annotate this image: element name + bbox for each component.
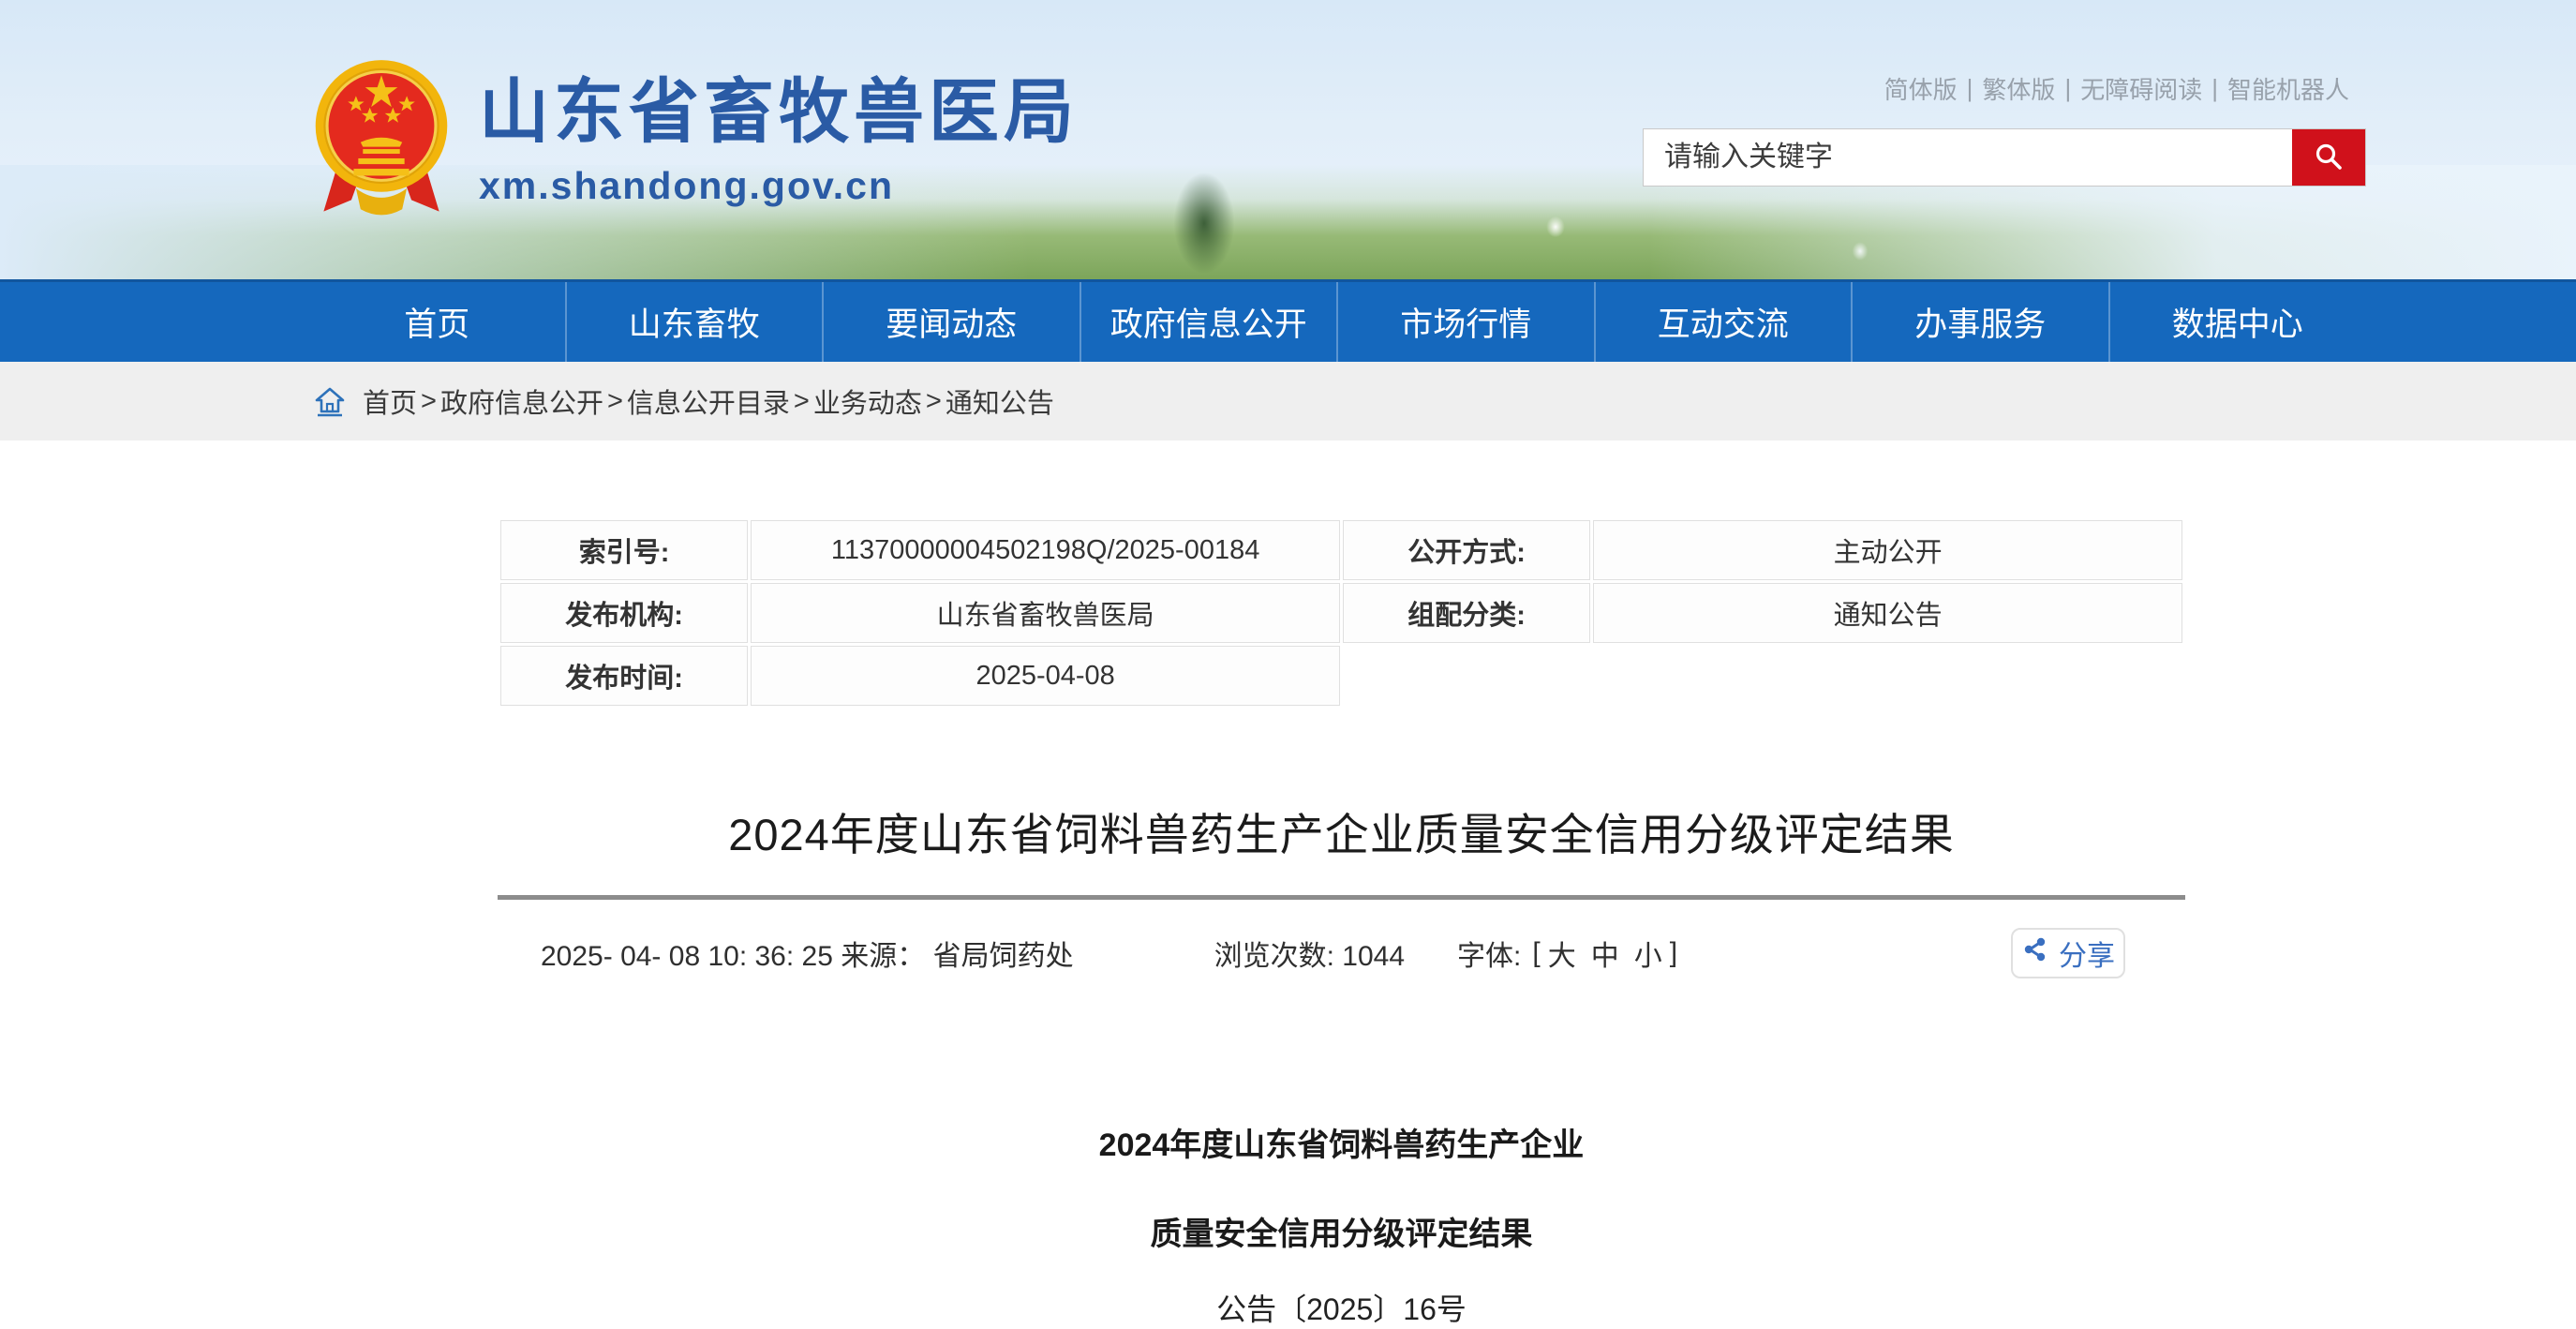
announcement-number: 公告〔2025〕16号 [498,1286,2185,1329]
site-logo[interactable]: 山东省畜牧兽医局 xm.shandong.gov.cn [312,54,1079,228]
source-value: 省局饲药处 [933,941,1074,972]
font-size-medium[interactable]: 中 [1591,933,1619,974]
breadcrumb-separator: > [607,386,623,417]
utility-links: 简体版 | 繁体版 | 无障碍阅读 | 智能机器人 [1884,71,2349,106]
nav-item-government-info[interactable]: 政府信息公开 [1080,282,1337,362]
meta-label-issuing-agency: 发布机构: [500,583,748,643]
meta-value-category: 通知公告 [1593,583,2182,643]
breadcrumb-home[interactable]: 首页 [363,381,417,421]
site-header: 山东省畜牧兽医局 xm.shandong.gov.cn 简体版 | 繁体版 | … [0,0,2576,279]
link-separator: | [1967,74,1973,103]
page-title: 2024年度山东省饲料兽药生产企业质量安全信用分级评定结果 [498,799,2185,863]
views-value: 1044 [1342,941,1405,972]
nav-inner: 首页 山东畜牧 要闻动态 政府信息公开 市场行情 互动交流 办事服务 数据中心 [309,282,2365,362]
meta-value-index-number: 11370000004502198Q/2025-00184 [751,520,1340,580]
search-icon [2313,141,2345,175]
body-title-line2: 质量安全信用分级评定结果 [498,1208,2185,1254]
meta-label-publish-date: 发布时间: [500,646,748,706]
home-icon [312,384,348,418]
search-input[interactable] [1644,129,2292,186]
meta-label-category: 组配分类: [1343,583,1590,643]
share-label: 分享 [2059,933,2115,974]
nav-item-market[interactable]: 市场行情 [1336,282,1594,362]
font-size-large[interactable]: 大 [1548,933,1576,974]
document-meta-table: 索引号: 11370000004502198Q/2025-00184 公开方式:… [498,517,2185,709]
meta-value-publish-date: 2025-04-08 [751,646,1340,706]
meta-label-disclosure-method: 公开方式: [1343,520,1590,580]
link-traditional-chinese[interactable]: 繁体版 [1982,71,2055,106]
link-simplified-chinese[interactable]: 简体版 [1884,71,1958,106]
publish-info: 2025- 04- 08 10: 36: 25 来源： 省局饲药处 [541,933,1074,974]
link-accessibility[interactable]: 无障碍阅读 [2080,71,2202,106]
table-row: 索引号: 11370000004502198Q/2025-00184 公开方式:… [500,520,2182,580]
breadcrumb-separator: > [794,386,810,417]
article-body: 2024年度山东省饲料兽药生产企业 质量安全信用分级评定结果 公告〔2025〕1… [498,1119,2185,1329]
link-separator: | [2064,74,2071,103]
logo-text: 山东省畜牧兽医局 xm.shandong.gov.cn [479,54,1079,208]
article-page: 索引号: 11370000004502198Q/2025-00184 公开方式:… [498,517,2185,1329]
views-label: 浏览次数: [1214,941,1334,972]
body-title-line1: 2024年度山东省饲料兽药生产企业 [498,1119,2185,1165]
empty-cell [1593,646,2182,706]
main-navigation: 首页 山东畜牧 要闻动态 政府信息公开 市场行情 互动交流 办事服务 数据中心 [0,279,2576,362]
site-url: xm.shandong.gov.cn [479,164,1079,208]
bracket-open: [ [1532,937,1540,969]
share-icon [2021,935,2049,971]
meta-value-disclosure-method: 主动公开 [1593,520,2182,580]
breadcrumb-government-info[interactable]: 政府信息公开 [440,381,603,421]
nav-item-shandong-animal-husbandry[interactable]: 山东畜牧 [565,282,823,362]
source-label: 来源： [841,941,925,972]
link-separator: | [2211,74,2218,103]
nav-item-news[interactable]: 要闻动态 [822,282,1080,362]
breadcrumb-bar: 首页 > 政府信息公开 > 信息公开目录 > 业务动态 > 通知公告 [0,362,2576,441]
breadcrumb-separator: > [926,386,942,417]
article-meta-row: 2025- 04- 08 10: 36: 25 来源： 省局饲药处 浏览次数: … [498,918,2185,988]
breadcrumb-info-directory[interactable]: 信息公开目录 [627,381,790,421]
national-emblem-icon [312,54,451,228]
site-title: 山东省畜牧兽医局 [479,77,1079,147]
share-button[interactable]: 分享 [2011,928,2125,978]
font-size-small[interactable]: 小 [1634,933,1662,974]
breadcrumb: 首页 > 政府信息公开 > 信息公开目录 > 业务动态 > 通知公告 [312,381,1054,421]
font-size-control: 字体: [ 大 中 小 ] [1457,933,1677,974]
title-divider [498,895,2185,900]
search-bar [1643,128,2366,187]
breadcrumb-notices[interactable]: 通知公告 [946,381,1054,421]
nav-item-data-center[interactable]: 数据中心 [2108,282,2366,362]
breadcrumb-separator: > [421,386,437,417]
breadcrumb-business-updates[interactable]: 业务动态 [813,381,922,421]
publish-datetime: 2025- 04- 08 10: 36: 25 [541,941,833,972]
meta-label-index-number: 索引号: [500,520,748,580]
font-label: 字体: [1457,933,1521,974]
nav-item-home[interactable]: 首页 [309,282,565,362]
table-row: 发布时间: 2025-04-08 [500,646,2182,706]
empty-cell [1343,646,1590,706]
table-row: 发布机构: 山东省畜牧兽医局 组配分类: 通知公告 [500,583,2182,643]
search-button[interactable] [2292,129,2365,186]
link-smart-robot[interactable]: 智能机器人 [2227,71,2349,106]
bracket-close: ] [1670,937,1677,969]
nav-item-interaction[interactable]: 互动交流 [1594,282,1852,362]
view-count: 浏览次数: 1044 [1214,933,1405,974]
nav-item-services[interactable]: 办事服务 [1851,282,2108,362]
meta-value-issuing-agency: 山东省畜牧兽医局 [751,583,1340,643]
